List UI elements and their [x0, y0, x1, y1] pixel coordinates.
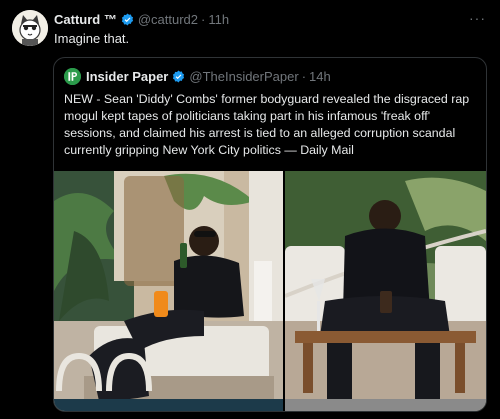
quote-media[interactable]	[54, 171, 486, 411]
quote-author-handle[interactable]: @TheInsiderPaper	[189, 69, 298, 84]
quote-time[interactable]: 14h	[309, 69, 331, 84]
photo-left[interactable]	[54, 171, 283, 411]
tweet-text: Imagine that.	[54, 31, 130, 46]
more-options-icon[interactable]: ···	[469, 10, 486, 26]
quote-header: Insider Paper @TheInsiderPaper · 14h	[64, 67, 331, 85]
quoted-tweet[interactable]: Insider Paper @TheInsiderPaper · 14h NEW…	[53, 57, 487, 412]
author-handle[interactable]: @catturd2	[138, 12, 198, 27]
author-name[interactable]: Catturd ™	[54, 12, 117, 27]
verified-badge-icon	[121, 13, 134, 26]
avatar[interactable]	[12, 10, 48, 46]
tweet-header: Catturd ™ @catturd2 · 11h	[54, 10, 229, 28]
tweet[interactable]: Catturd ™ @catturd2 · 11h ··· Imagine th…	[0, 0, 500, 419]
cat-avatar-icon	[12, 10, 48, 46]
quote-separator-dot: ·	[301, 68, 307, 84]
tweet-time[interactable]: 11h	[208, 12, 229, 27]
quote-verified-badge-icon	[172, 70, 185, 83]
quote-text: NEW - Sean 'Diddy' Combs' former bodygua…	[64, 92, 470, 157]
poolside-man-photo-left	[54, 171, 283, 411]
quote-author-name[interactable]: Insider Paper	[86, 69, 168, 84]
poolside-man-photo-right	[285, 171, 486, 411]
photo-right[interactable]	[285, 171, 486, 411]
separator-dot: ·	[201, 11, 206, 27]
insider-paper-logo-icon[interactable]	[64, 67, 81, 85]
